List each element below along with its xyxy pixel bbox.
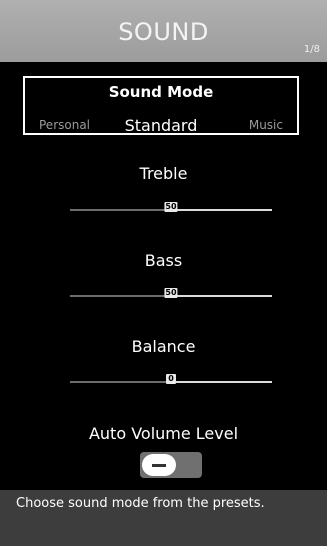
auto-volume-toggle[interactable] <box>140 452 202 478</box>
treble-label: Treble <box>139 164 188 183</box>
hint-text: Choose sound mode from the presets. <box>16 496 265 511</box>
sound-mode-selector[interactable]: Sound Mode Personal Standard Music <box>23 76 299 135</box>
page-title: SOUND <box>118 18 209 46</box>
treble-slider-thumb[interactable]: 50 <box>164 202 178 212</box>
balance-slider[interactable]: 0 <box>70 374 272 384</box>
sound-mode-option-next[interactable]: Music <box>249 118 283 132</box>
auto-volume-label: Auto Volume Level <box>88 424 239 443</box>
balance-label: Balance <box>131 337 196 356</box>
sound-mode-heading: Sound Mode <box>108 83 214 101</box>
header-bar: SOUND 1/8 <box>0 0 327 62</box>
treble-slider[interactable]: 50 <box>70 202 272 212</box>
hint-bar: Choose sound mode from the presets. <box>0 490 327 546</box>
bass-slider-fill <box>70 295 171 297</box>
balance-slider-fill <box>70 381 171 383</box>
toggle-knob <box>142 454 176 476</box>
minus-icon <box>152 464 166 467</box>
bass-slider-thumb[interactable]: 50 <box>164 288 178 298</box>
balance-slider-thumb[interactable]: 0 <box>166 374 176 384</box>
page-indicator: 1/8 <box>303 44 320 55</box>
bass-label: Bass <box>144 251 183 270</box>
treble-slider-fill <box>70 209 171 211</box>
bass-slider[interactable]: 50 <box>70 288 272 298</box>
